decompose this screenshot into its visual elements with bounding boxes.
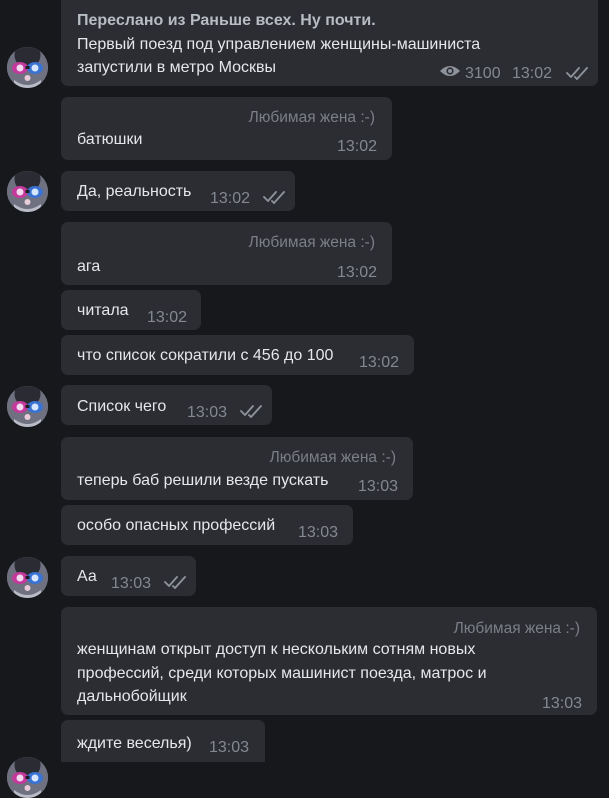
avatar[interactable] [7,557,48,598]
message-time: 13:02 [359,354,400,371]
avatar[interactable] [7,386,48,427]
eye-icon [440,66,460,76]
message-bubble[interactable]: ждите веселья) 13:03 [61,720,265,762]
message-time: 13:03 [542,695,583,712]
forwarded-message[interactable]: Переслано из Раньше всех. Ну почти. Перв… [61,0,598,86]
reply-sender: Любимая жена :-) [453,620,580,637]
reply-sender: Любимая жена :-) [248,234,375,251]
avatar[interactable] [7,757,48,798]
message-text-line: профессий, среди которых машинист поезда… [77,665,487,682]
message-bubble[interactable]: Аа 13:03 [61,556,196,596]
message-time: 13:03 [111,575,152,592]
message-time: 13:03 [209,739,250,756]
message-text: Аа [77,568,97,585]
reply-sender: Любимая жена :-) [248,109,375,126]
message-time: 13:02 [147,309,188,326]
message-time: 13:02 [512,65,553,82]
message-bubble[interactable]: особо опасных профессий 13:03 [61,505,353,545]
views-count: 3100 [465,65,501,82]
message-text: ждите веселья) [77,735,192,752]
message-time: 13:03 [358,478,399,495]
message-text: читала [77,302,129,319]
reply-sender: Любимая жена :-) [269,449,396,466]
message-bubble[interactable]: Любимая жена :-) ага 13:02 [61,222,392,285]
message-bubble[interactable]: Любимая жена :-) женщинам открыт доступ … [61,607,597,715]
double-check-icon [566,67,588,80]
message-text: особо опасных профессий [77,517,276,534]
message-text: теперь баб решили везде пускать [77,472,329,489]
message-bubble[interactable]: читала 13:02 [61,290,201,330]
double-check-icon [164,576,186,589]
message-time: 13:02 [210,190,251,207]
message-text: батюшки [77,131,143,148]
double-check-icon [263,191,285,204]
message-text: Список чего [77,398,167,415]
message-text: Да, реальность [77,183,192,200]
message-bubble[interactable]: Любимая жена :-) батюшки 13:02 [61,97,392,160]
message-text-line: дальнобойщик [77,688,187,705]
message-bubble[interactable]: что список сократили с 456 до 100 13:02 [61,335,414,375]
message-time: 13:02 [337,138,378,155]
double-check-icon [240,405,262,418]
message-time: 13:03 [298,524,339,541]
avatar[interactable] [7,171,48,212]
message-text: ага [77,258,101,275]
message-text-line: женщинам открыт доступ к нескольким сотн… [77,641,476,658]
avatar[interactable] [7,47,48,88]
message-text: что список сократили с 456 до 100 [77,347,334,364]
forwarded-header[interactable]: Переслано из Раньше всех. Ну почти. [77,9,376,32]
message-bubble[interactable]: Да, реальность 13:02 [61,171,295,211]
message-text-line: Первый поезд под управлением женщины-маш… [77,36,481,53]
message-time: 13:02 [337,264,378,281]
message-bubble[interactable]: Любимая жена :-) теперь баб решили везде… [61,437,413,500]
message-text-line: запустили в метро Москвы [77,59,276,76]
message-time: 13:03 [187,404,228,421]
message-bubble[interactable]: Список чего 13:03 [61,385,272,425]
